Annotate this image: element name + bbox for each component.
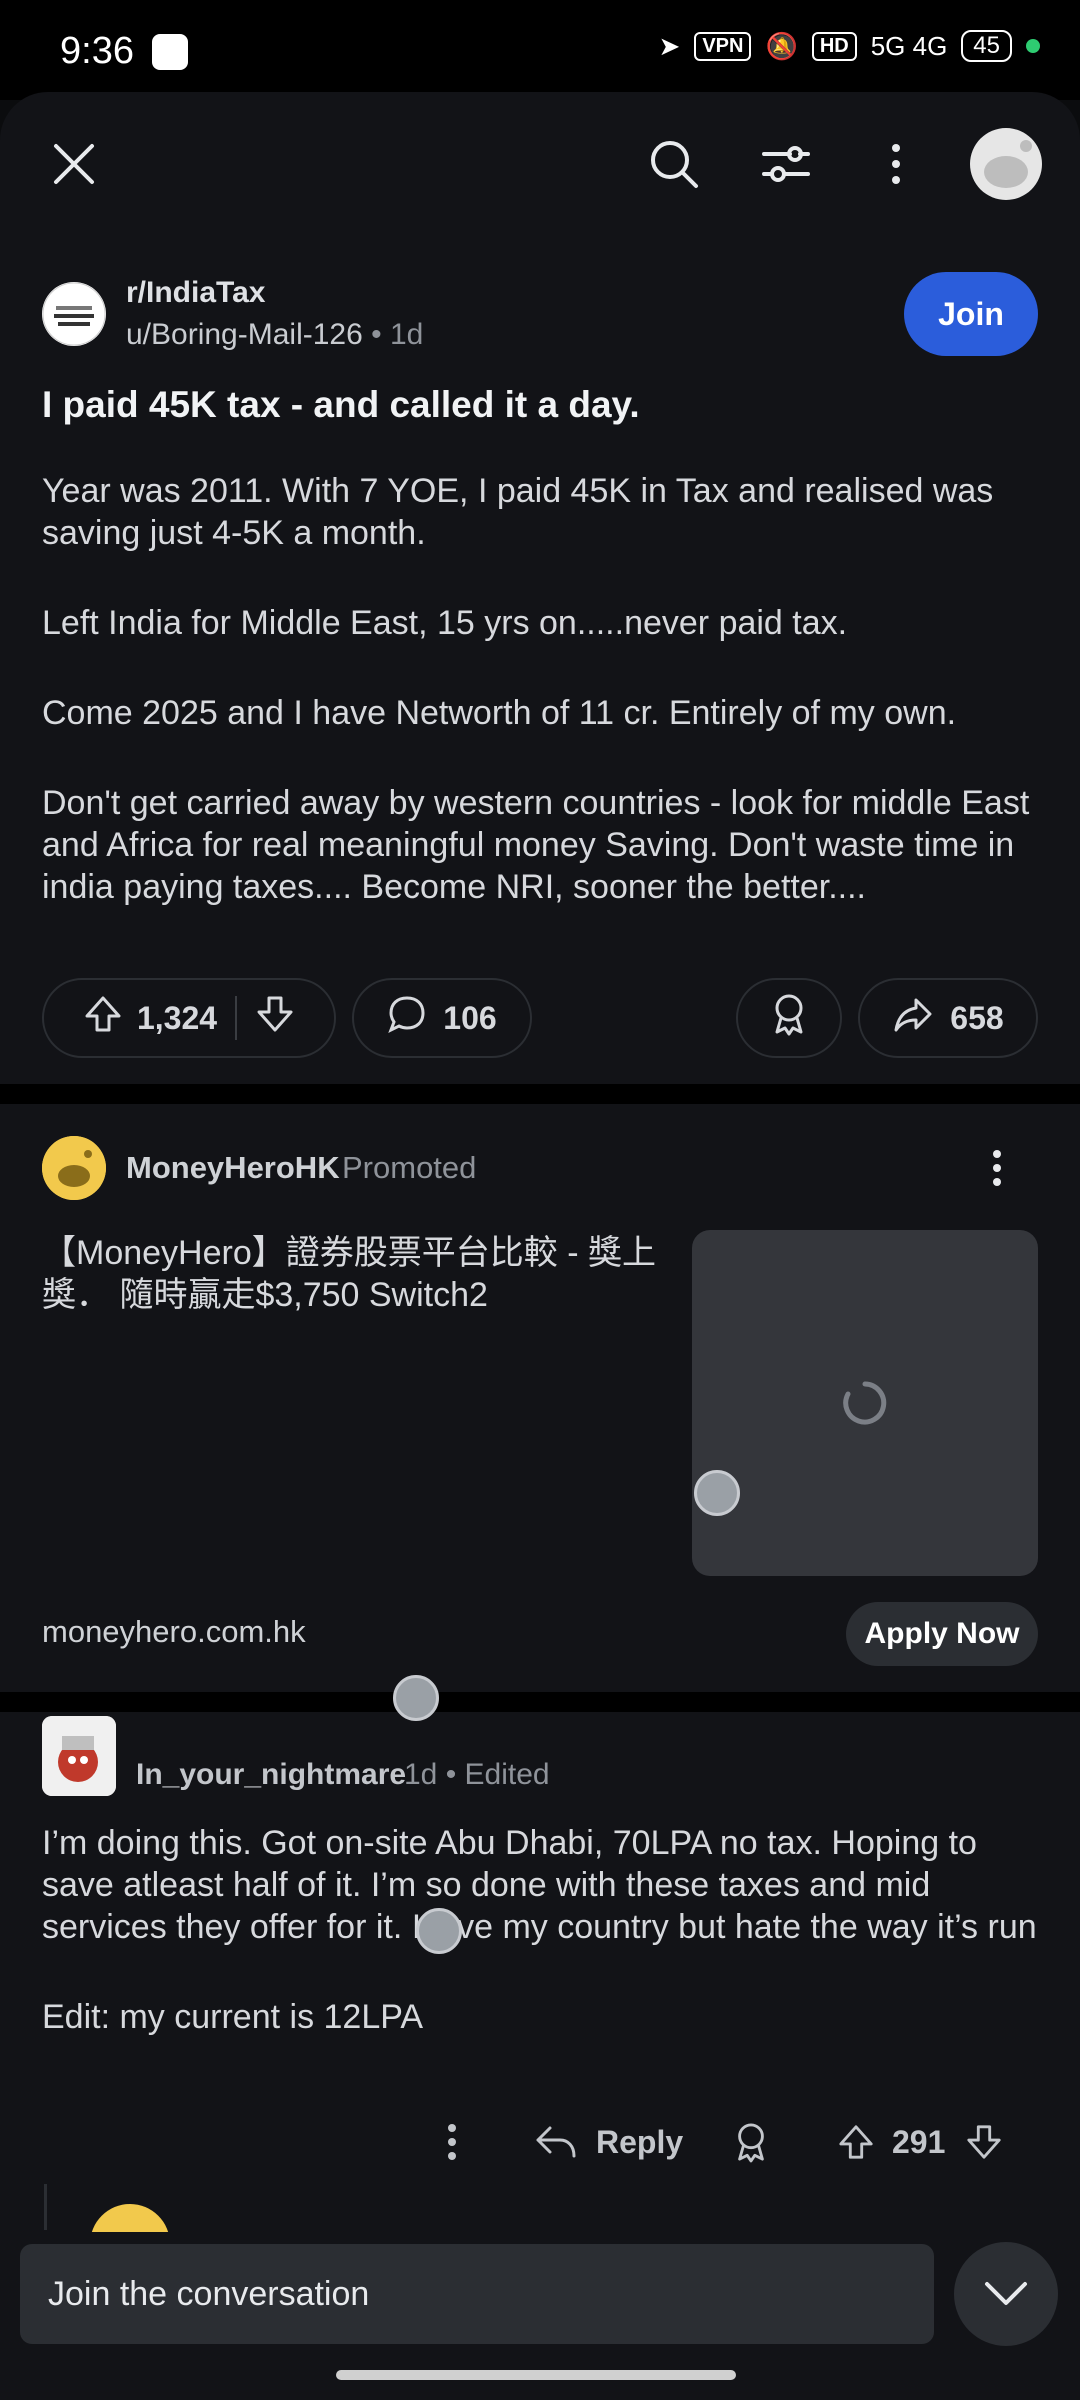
vpn-badge: VPN xyxy=(694,31,752,61)
comment-paragraph: I’m doing this. Got on-site Abu Dhabi, 7… xyxy=(42,1824,1037,1946)
reply-label: Reply xyxy=(596,2123,684,2160)
home-indicator[interactable] xyxy=(336,2370,736,2380)
post-author[interactable]: u/Boring-Mail-126 xyxy=(126,318,363,351)
upvote-icon[interactable] xyxy=(83,994,123,1042)
comment-paragraph: Edit: my current is 12LPA xyxy=(42,1998,424,2036)
section-divider xyxy=(0,1692,1080,1712)
post-paragraph: Come 2025 and I have Networth of 11 cr. … xyxy=(42,694,957,732)
share-icon xyxy=(892,994,934,1042)
network-label: 5G 4G xyxy=(870,30,948,61)
reply-button[interactable]: Reply xyxy=(534,2112,694,2172)
comment-icon xyxy=(387,994,427,1042)
post-title: I paid 45K tax - and called it a day. xyxy=(42,384,640,425)
award-button[interactable] xyxy=(736,978,842,1058)
comment-body: I’m doing this. Got on-site Abu Dhabi, 7… xyxy=(42,1822,1042,2086)
app-notification-icon xyxy=(152,34,188,70)
post-body: Year was 2011. With 7 YOE, I paid 45K in… xyxy=(42,470,1042,956)
share-button[interactable]: 658 xyxy=(858,978,1038,1058)
join-button[interactable]: Join xyxy=(904,272,1038,356)
subreddit-avatar[interactable] xyxy=(42,282,106,346)
ad-domain[interactable]: moneyhero.com.hk xyxy=(42,1614,306,1650)
share-count: 658 xyxy=(950,999,1004,1036)
vote-divider xyxy=(235,996,238,1040)
post-paragraph: Left India for Middle East, 15 yrs on...… xyxy=(42,604,848,642)
ad-more-icon[interactable] xyxy=(972,1140,1022,1196)
commenter-avatar[interactable] xyxy=(42,1716,116,1796)
join-conversation-input[interactable]: Join the conversation xyxy=(20,2244,934,2344)
advertiser-name[interactable]: MoneyHeroHK xyxy=(126,1150,340,1186)
mute-icon: 🔕 xyxy=(765,30,798,61)
apply-now-button[interactable]: Apply Now xyxy=(846,1602,1038,1666)
touch-indicator xyxy=(694,1470,740,1516)
comment-meta: 1d • Edited xyxy=(404,1758,550,1791)
chevron-down-icon xyxy=(985,2282,1027,2305)
section-divider xyxy=(0,1084,1080,1104)
touch-indicator xyxy=(393,1675,439,1721)
status-time: 9:36 xyxy=(60,30,134,72)
search-icon[interactable] xyxy=(636,126,712,202)
composer-placeholder: Join the conversation xyxy=(48,2274,370,2313)
upvote-count: 1,324 xyxy=(136,999,218,1036)
comments-button[interactable]: 106 xyxy=(352,978,532,1058)
post-actions: 1,324 106 658 xyxy=(42,978,1038,1062)
close-icon[interactable] xyxy=(36,126,112,202)
post-paragraph: Year was 2011. With 7 YOE, I paid 45K in… xyxy=(42,472,994,552)
privacy-dot xyxy=(1026,39,1040,53)
collapse-button[interactable] xyxy=(954,2242,1058,2346)
post-author-line: u/Boring-Mail-126 • 1d xyxy=(126,318,424,351)
ad-image[interactable] xyxy=(692,1230,1038,1576)
touch-indicator xyxy=(416,1908,462,1954)
ad-headline[interactable]: 【MoneyHero】證券股票平台比較 - 獎上獎． 隨時贏走$3,750 Sw… xyxy=(42,1232,662,1316)
sliders-icon[interactable] xyxy=(748,126,824,202)
post-paragraph: Don't get carried away by western countr… xyxy=(42,784,1030,906)
loading-spinner-icon xyxy=(843,1381,887,1425)
post-age: 1d xyxy=(389,318,424,351)
comment-count: 106 xyxy=(443,999,497,1036)
location-icon: ➤ xyxy=(658,30,681,61)
award-icon xyxy=(769,992,809,1044)
more-vertical-icon[interactable] xyxy=(858,126,934,202)
subreddit-name[interactable]: r/IndiaTax xyxy=(126,276,265,310)
promoted-label: Promoted xyxy=(342,1150,477,1185)
reply-icon xyxy=(536,2126,576,2158)
vote-pill: 1,324 xyxy=(42,978,336,1058)
hd-badge: HD xyxy=(811,31,857,61)
status-icons: ➤ VPN 🔕 HD 5G 4G 45 xyxy=(659,30,1040,62)
comment-vote-count: 291 xyxy=(892,2124,946,2160)
commenter-username[interactable]: In_your_nightmare xyxy=(136,1758,406,1792)
comment-award-icon[interactable] xyxy=(728,2112,774,2172)
comment-downvote-icon[interactable] xyxy=(962,2112,1006,2172)
user-avatar[interactable] xyxy=(970,128,1042,200)
advertiser-avatar[interactable] xyxy=(42,1136,106,1200)
thread-line xyxy=(44,2184,47,2230)
downvote-icon[interactable] xyxy=(255,994,295,1042)
comment-more-icon[interactable] xyxy=(432,2112,472,2172)
battery-indicator: 45 xyxy=(961,30,1012,62)
comment-upvote-icon[interactable] xyxy=(834,2112,878,2172)
